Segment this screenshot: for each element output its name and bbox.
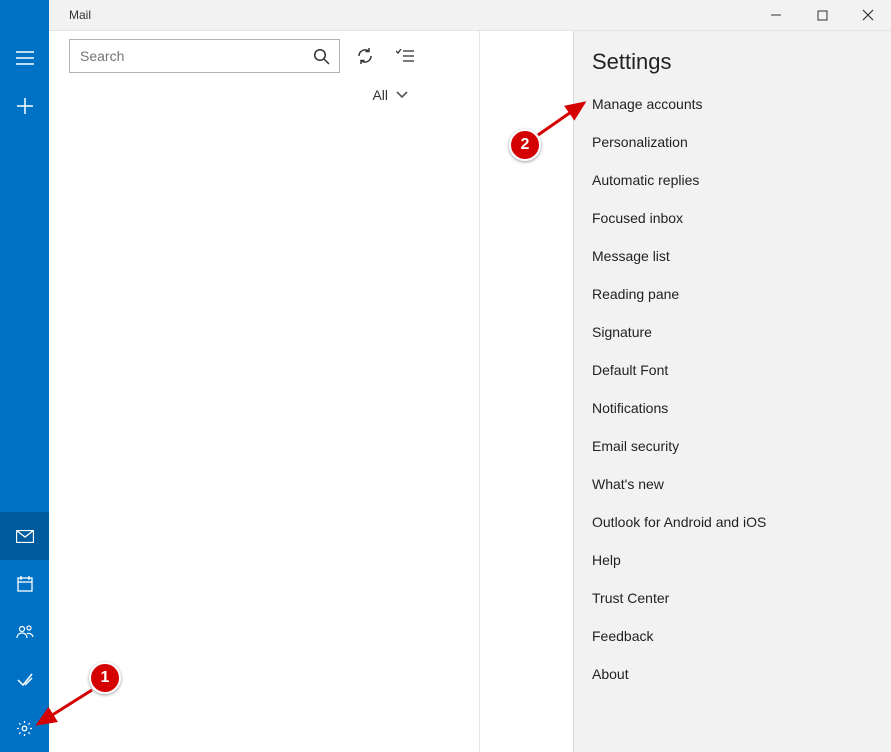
settings-item-focused-inbox[interactable]: Focused inbox [574, 199, 891, 237]
settings-item-notifications[interactable]: Notifications [574, 389, 891, 427]
settings-nav-button[interactable] [0, 704, 49, 752]
new-mail-button[interactable] [0, 82, 49, 130]
annotation-marker-1: 1 [89, 662, 121, 694]
settings-item-manage-accounts[interactable]: Manage accounts [574, 85, 891, 123]
settings-item-help[interactable]: Help [574, 541, 891, 579]
settings-item-whats-new[interactable]: What's new [574, 465, 891, 503]
select-mode-button[interactable] [390, 39, 420, 73]
search-icon[interactable] [311, 48, 331, 65]
calendar-nav-button[interactable] [0, 560, 49, 608]
settings-item-reading-pane[interactable]: Reading pane [574, 275, 891, 313]
settings-item-default-font[interactable]: Default Font [574, 351, 891, 389]
settings-item-personalization[interactable]: Personalization [574, 123, 891, 161]
mail-nav-button[interactable] [0, 512, 49, 560]
close-button[interactable] [845, 0, 891, 30]
left-navbar [0, 0, 49, 752]
settings-item-trust-center[interactable]: Trust Center [574, 579, 891, 617]
maximize-button[interactable] [799, 0, 845, 30]
settings-item-outlook-mobile[interactable]: Outlook for Android and iOS [574, 503, 891, 541]
filter-label: All [372, 87, 388, 103]
settings-item-feedback[interactable]: Feedback [574, 617, 891, 655]
message-list-column: All [49, 31, 430, 752]
chevron-down-icon [396, 91, 408, 99]
annotation-marker-2: 2 [509, 129, 541, 161]
people-nav-button[interactable] [0, 608, 49, 656]
hamburger-menu-button[interactable] [0, 34, 49, 82]
settings-panel: Settings Manage accounts Personalization… [573, 31, 891, 752]
app-title: Mail [69, 8, 91, 22]
settings-item-about[interactable]: About [574, 655, 891, 693]
refresh-button[interactable] [350, 39, 380, 73]
todo-nav-button[interactable] [0, 656, 49, 704]
settings-item-email-security[interactable]: Email security [574, 427, 891, 465]
settings-title: Settings [574, 49, 891, 85]
filter-dropdown[interactable]: All [49, 73, 430, 103]
window-controls [753, 0, 891, 30]
search-box[interactable] [69, 39, 340, 73]
settings-item-message-list[interactable]: Message list [574, 237, 891, 275]
minimize-button[interactable] [753, 0, 799, 30]
settings-item-signature[interactable]: Signature [574, 313, 891, 351]
column-divider [479, 31, 480, 752]
search-input[interactable] [80, 48, 311, 64]
settings-item-automatic-replies[interactable]: Automatic replies [574, 161, 891, 199]
